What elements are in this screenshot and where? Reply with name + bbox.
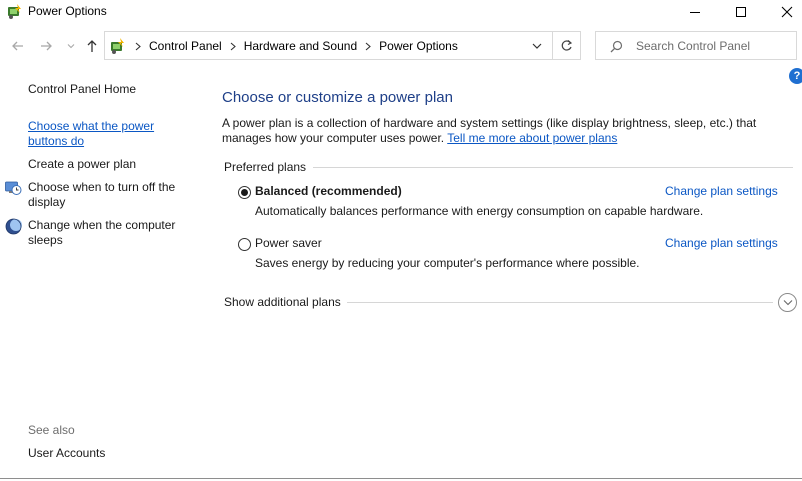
intro-paragraph: A power plan is a collection of hardware… xyxy=(222,116,782,146)
arrow-up-icon xyxy=(87,40,97,52)
power-saver-change-settings-link[interactable]: Change plan settings xyxy=(665,236,778,250)
breadcrumb-control-panel[interactable]: Control Panel xyxy=(149,39,222,53)
recent-locations-button[interactable] xyxy=(63,38,79,54)
window-bottom-border xyxy=(0,478,802,479)
chevron-right-icon[interactable] xyxy=(226,40,240,52)
chevron-down-icon xyxy=(67,44,75,49)
navigation-bar: Control Panel Hardware and Sound Power O… xyxy=(0,30,802,62)
refresh-icon xyxy=(561,40,573,51)
forward-button[interactable] xyxy=(38,38,54,54)
search-icon xyxy=(610,40,623,53)
chevron-right-icon xyxy=(131,40,145,52)
refresh-button[interactable] xyxy=(553,31,581,60)
maximize-button[interactable] xyxy=(718,0,764,24)
search-box[interactable] xyxy=(595,31,797,60)
power-saver-plan-description: Saves energy by reducing your computer's… xyxy=(255,256,640,270)
search-input[interactable] xyxy=(636,37,791,55)
balanced-plan-name[interactable]: Balanced (recommended) xyxy=(255,184,402,198)
chevron-down-icon xyxy=(532,43,542,49)
breadcrumb: Control Panel Hardware and Sound Power O… xyxy=(127,39,458,53)
see-also-heading: See also xyxy=(28,423,75,437)
breadcrumb-hardware-and-sound[interactable]: Hardware and Sound xyxy=(244,39,357,53)
learn-more-link[interactable]: Tell me more about power plans xyxy=(447,131,617,145)
up-button[interactable] xyxy=(84,38,100,54)
chevron-right-icon[interactable] xyxy=(361,40,375,52)
divider xyxy=(347,302,773,303)
moon-icon xyxy=(5,218,22,235)
power-buttons-link[interactable]: Choose what the power buttons do xyxy=(28,119,178,149)
user-accounts-link[interactable]: User Accounts xyxy=(28,446,105,460)
close-icon xyxy=(781,6,793,18)
computer-sleeps-link[interactable]: Change when the computer sleeps xyxy=(28,218,188,248)
power-saver-plan-name[interactable]: Power saver xyxy=(255,236,322,250)
address-dropdown-button[interactable] xyxy=(529,38,545,54)
balanced-change-settings-link[interactable]: Change plan settings xyxy=(665,184,778,198)
balanced-plan-description: Automatically balances performance with … xyxy=(255,204,704,218)
create-power-plan-link[interactable]: Create a power plan xyxy=(28,157,136,172)
title-bar: Power Options xyxy=(0,0,802,24)
arrow-left-icon xyxy=(12,41,23,51)
arrow-right-icon xyxy=(41,41,52,51)
minimize-icon xyxy=(690,12,700,13)
divider xyxy=(313,167,793,168)
turn-off-display-link[interactable]: Choose when to turn off the display xyxy=(28,180,188,210)
breadcrumb-power-options[interactable]: Power Options xyxy=(379,39,458,53)
minimize-button[interactable] xyxy=(672,0,718,24)
preferred-plans-label: Preferred plans xyxy=(224,160,307,174)
control-panel-icon xyxy=(111,38,124,54)
maximize-icon xyxy=(736,7,746,17)
show-additional-plans-label[interactable]: Show additional plans xyxy=(224,295,341,309)
window-title: Power Options xyxy=(28,4,107,18)
power-saver-plan-radio[interactable] xyxy=(238,238,251,251)
address-bar[interactable]: Control Panel Hardware and Sound Power O… xyxy=(104,31,553,60)
page-title: Choose or customize a power plan xyxy=(222,89,453,106)
back-button[interactable] xyxy=(10,38,26,54)
balanced-plan-radio[interactable] xyxy=(238,186,251,199)
chevron-down-icon xyxy=(783,300,792,306)
display-clock-icon xyxy=(5,181,22,195)
control-panel-home-link[interactable]: Control Panel Home xyxy=(28,82,136,97)
power-options-icon xyxy=(8,4,21,19)
help-button[interactable]: ? xyxy=(789,68,802,84)
expand-additional-plans-button[interactable] xyxy=(778,293,797,312)
close-button[interactable] xyxy=(764,0,802,24)
